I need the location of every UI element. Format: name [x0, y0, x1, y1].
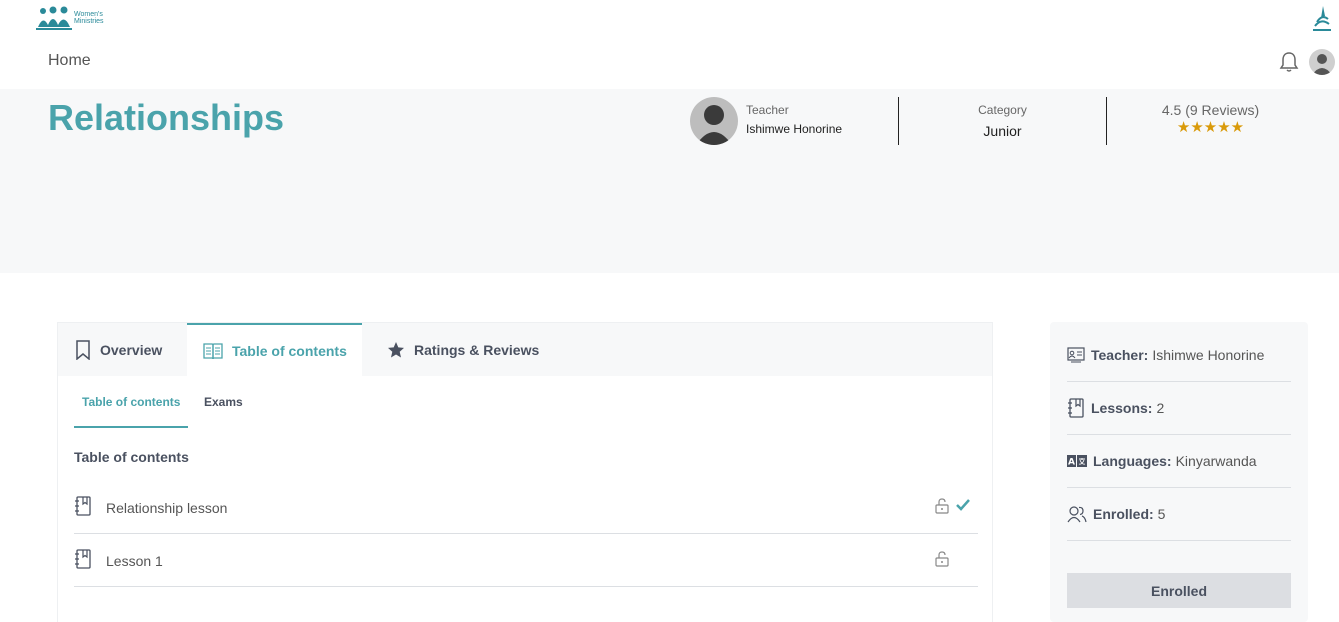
- tab-overview[interactable]: Overview: [75, 323, 188, 377]
- notebook-icon: [75, 496, 91, 516]
- divider: [898, 97, 899, 145]
- bookmark-icon: [76, 340, 90, 360]
- languages-info-label: Languages:: [1093, 453, 1172, 469]
- category-label: Category: [978, 103, 1027, 117]
- divider: [1106, 97, 1107, 145]
- user-silhouette-icon: [1312, 54, 1332, 75]
- teacher-label: Teacher: [746, 103, 789, 117]
- logo-figures-icon: [36, 6, 72, 30]
- lessons-info-label: Lessons:: [1091, 400, 1153, 416]
- teacher-board-icon: [1067, 347, 1085, 363]
- teacher-avatar: [690, 97, 738, 145]
- info-teacher: Teacher: Ishimwe Honorine: [1067, 329, 1291, 382]
- lesson-title: Lesson 1: [106, 552, 163, 569]
- womens-ministries-logo[interactable]: Women's Ministries: [36, 4, 116, 32]
- top-bar: Women's Ministries Home: [0, 0, 1339, 89]
- open-book-icon: [203, 343, 223, 360]
- subtab-exams[interactable]: Exams: [204, 395, 243, 409]
- course-content-card: Overview Table of contents Ratings & Rev…: [57, 322, 993, 622]
- unlock-icon: [935, 551, 949, 567]
- bell-icon[interactable]: [1279, 51, 1299, 73]
- lesson-row[interactable]: Lesson 1: [74, 535, 978, 587]
- languages-info-value: Kinyarwanda: [1175, 453, 1257, 469]
- logo-text-line2: Ministries: [74, 18, 104, 25]
- course-info-card: Teacher: Ishimwe Honorine Lessons: 2 A L…: [1050, 322, 1308, 622]
- course-title: Relationships: [48, 97, 285, 138]
- tab-ratings-reviews-label: Ratings & Reviews: [414, 342, 540, 358]
- enrolled-info-value: 5: [1157, 506, 1166, 522]
- teacher-silhouette-icon: [696, 105, 732, 145]
- rating-stars: ★★★★★: [1176, 119, 1245, 136]
- tab-table-of-contents[interactable]: Table of contents: [187, 323, 362, 377]
- lesson-title: Relationship lesson: [106, 499, 228, 516]
- home-link[interactable]: Home: [48, 52, 91, 70]
- enrolled-info-label: Enrolled:: [1093, 506, 1154, 522]
- teacher-info-value: Ishimwe Honorine: [1152, 347, 1265, 363]
- lesson-row[interactable]: Relationship lesson: [74, 482, 978, 534]
- info-languages: A Languages: Kinyarwanda: [1067, 435, 1291, 488]
- svg-text:A: A: [1068, 458, 1075, 468]
- tab-table-of-contents-label: Table of contents: [232, 343, 347, 359]
- course-tabs: Overview Table of contents Ratings & Rev…: [58, 323, 992, 377]
- notebook-icon: [1068, 398, 1084, 418]
- logo-text-line1: Women's: [74, 11, 103, 18]
- subtab-table-of-contents[interactable]: Table of contents: [82, 395, 180, 409]
- teacher-info-label: Teacher:: [1091, 347, 1149, 363]
- info-lessons: Lessons: 2: [1067, 382, 1291, 435]
- star-icon: [388, 342, 404, 358]
- active-subtab-indicator: [74, 426, 188, 428]
- info-enrolled: Enrolled: 5: [1067, 488, 1291, 541]
- tab-ratings-reviews[interactable]: Ratings & Reviews: [387, 323, 567, 377]
- teacher-name: Ishimwe Honorine: [746, 122, 843, 136]
- rating-summary: 4.5 (9 Reviews): [1161, 102, 1260, 118]
- lessons-info-value: 2: [1156, 400, 1165, 416]
- translate-icon: A: [1067, 455, 1087, 467]
- toc-heading: Table of contents: [74, 449, 189, 465]
- unlock-icon: [935, 498, 949, 514]
- tab-overview-label: Overview: [100, 342, 163, 358]
- category-value: Junior: [983, 123, 1022, 139]
- church-logo-icon[interactable]: [1309, 4, 1335, 32]
- notebook-icon: [75, 549, 91, 569]
- logo-text: Women's Ministries: [74, 11, 104, 25]
- check-icon: [956, 499, 970, 511]
- enrolled-button[interactable]: Enrolled: [1067, 573, 1291, 608]
- user-avatar[interactable]: [1309, 49, 1335, 75]
- users-icon: [1067, 506, 1087, 523]
